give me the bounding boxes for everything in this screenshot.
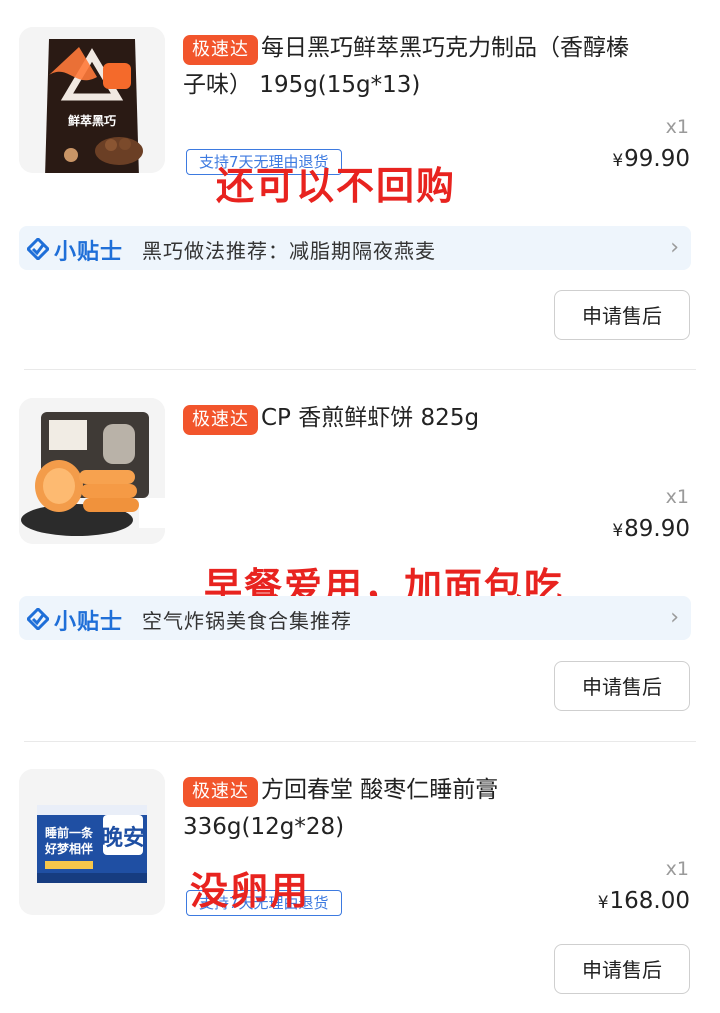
chevron-right-icon: ›	[670, 605, 679, 630]
after-sale-button[interactable]: 申请售后	[554, 661, 690, 711]
product-thumbnail[interactable]: 鲜萃黑巧	[19, 27, 165, 173]
product-title[interactable]: 方回春堂 酸枣仁睡前膏 336g(12g*28)	[183, 772, 693, 846]
price-value: 89.90	[624, 516, 690, 542]
order-item: 鲜萃黑巧 极速达 每日黑巧鲜萃黑巧克力制品（香醇榛 子味） 195g(15g*1…	[0, 0, 720, 370]
price-value: 99.90	[624, 146, 690, 172]
tip-brand-label: 小贴士	[54, 240, 124, 265]
price-value: 168.00	[609, 888, 690, 914]
chevron-right-icon: ›	[670, 235, 679, 260]
quantity-label: x1	[665, 116, 689, 138]
svg-text:睡前一条: 睡前一条	[45, 825, 94, 840]
tip-text: 黑巧做法推荐：减脂期隔夜燕麦	[142, 239, 436, 263]
tip-diamond-icon	[27, 608, 49, 630]
chocolate-package-image: 鲜萃黑巧	[19, 27, 165, 173]
order-item: 晚安 睡前一条 好梦相伴 极速达 方回春堂 酸枣仁睡前膏 336g(12g*28…	[0, 742, 720, 1013]
tip-text: 空气炸锅美食合集推荐	[142, 609, 352, 633]
price-label: ¥89.90	[612, 516, 690, 542]
order-item: 极速达 CP 香煎鲜虾饼 825g x1 ¥89.90 早餐爱用，加面包吃 小贴…	[0, 370, 720, 742]
after-sale-button[interactable]: 申请售后	[554, 944, 690, 994]
currency-symbol: ¥	[597, 893, 609, 913]
tip-diamond-icon	[27, 238, 49, 260]
product-thumbnail[interactable]	[19, 398, 165, 544]
handwritten-annotation: 没卵用	[190, 869, 311, 913]
sleep-paste-box-image: 晚安 睡前一条 好梦相伴	[19, 769, 165, 915]
tips-banner[interactable]: 小贴士 黑巧做法推荐：减脂期隔夜燕麦 ›	[19, 226, 691, 270]
quantity-label: x1	[665, 486, 689, 508]
svg-text:晚安: 晚安	[101, 825, 145, 851]
price-label: ¥168.00	[598, 888, 690, 914]
quantity-label: x1	[665, 858, 689, 880]
product-title-line1: CP 香煎鲜虾饼 825g	[261, 405, 480, 431]
product-thumbnail[interactable]: 晚安 睡前一条 好梦相伴	[19, 769, 165, 915]
handwritten-annotation: 还可以不回购	[216, 164, 457, 208]
currency-symbol: ¥	[612, 521, 624, 541]
svg-text:鲜萃黑巧: 鲜萃黑巧	[68, 113, 116, 128]
tip-brand-label: 小贴士	[54, 610, 124, 635]
product-title-line2: 336g(12g*28)	[183, 814, 345, 840]
price-label: ¥99.90	[612, 146, 690, 172]
svg-text:好梦相伴: 好梦相伴	[44, 841, 93, 856]
product-title-line2: 子味） 195g(15g*13)	[183, 72, 421, 98]
product-title[interactable]: CP 香煎鲜虾饼 825g	[183, 400, 693, 437]
currency-symbol: ¥	[612, 151, 624, 171]
product-title-line1: 方回春堂 酸枣仁睡前膏	[261, 777, 499, 803]
shrimp-cake-image	[19, 398, 165, 544]
tips-banner[interactable]: 小贴士 空气炸锅美食合集推荐 ›	[19, 596, 691, 640]
product-title[interactable]: 每日黑巧鲜萃黑巧克力制品（香醇榛 子味） 195g(15g*13)	[183, 30, 693, 104]
after-sale-button[interactable]: 申请售后	[554, 290, 690, 340]
product-title-line1: 每日黑巧鲜萃黑巧克力制品（香醇榛	[261, 35, 629, 61]
